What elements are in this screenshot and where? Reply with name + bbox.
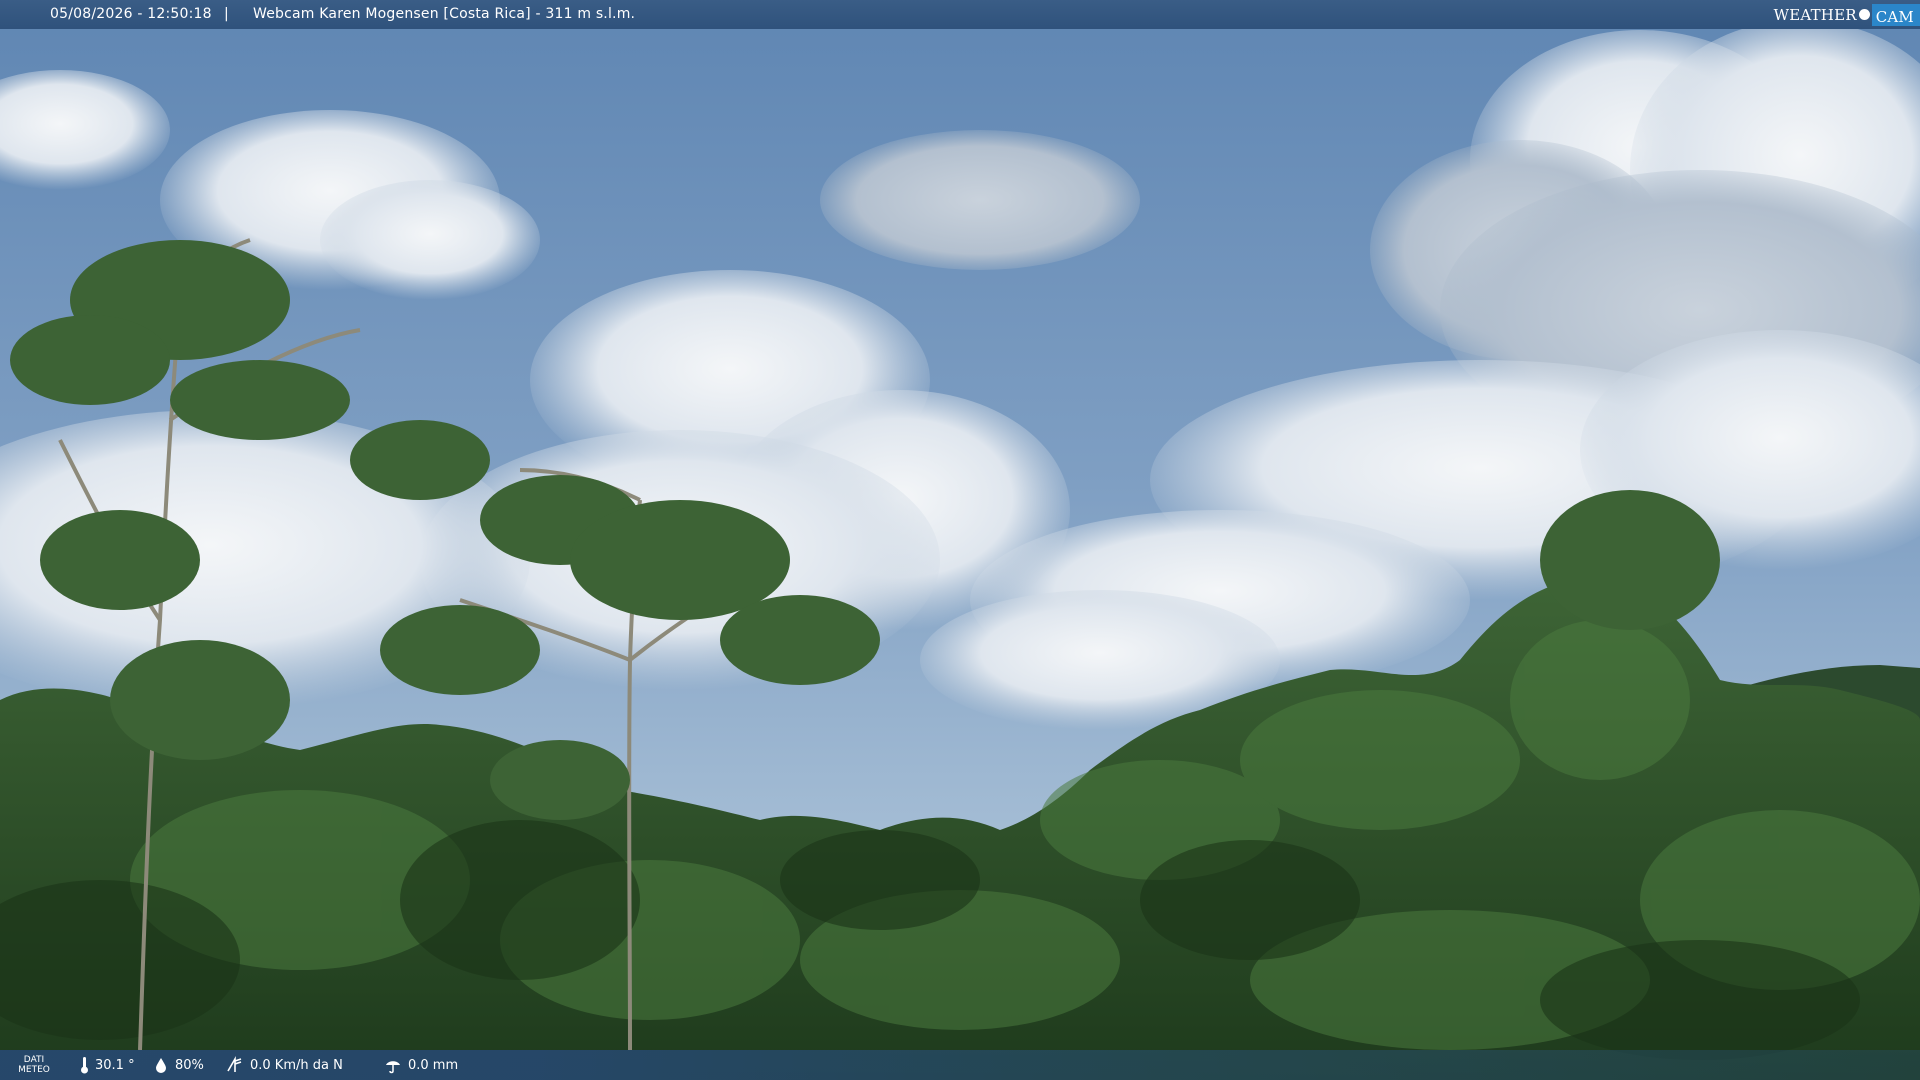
rain-readout: 0.0 mm <box>384 1050 458 1080</box>
humidity-readout: 80% <box>153 1050 204 1080</box>
thermometer-icon <box>81 1057 88 1074</box>
wind-icon <box>227 1056 242 1072</box>
rain-gauge-icon <box>386 1061 400 1074</box>
dati-label: DATI <box>23 1055 45 1065</box>
temperature-readout: 30.1 ° <box>80 1050 135 1080</box>
datetime-label: 05/08/2026 - 12:50:18 <box>50 6 212 22</box>
humidity-drop-icon <box>156 1058 166 1073</box>
weathercam-logo: WEATHER CAM <box>1774 0 1920 29</box>
temperature-value: 30.1 ° <box>95 1057 135 1073</box>
weather-data-bar: DATI METEO 30.1 ° 80% 0.0 Km/h da N 0.0 … <box>0 1050 1920 1080</box>
logo-weather-text: WEATHER <box>1773 5 1857 24</box>
logo-cam-text: CAM <box>1871 3 1920 26</box>
wind-readout: 0.0 Km/h da N <box>226 1050 343 1080</box>
rain-value: 0.0 mm <box>408 1057 459 1073</box>
webcam-title: Webcam Karen Mogensen [Costa Rica] - 311… <box>253 6 636 22</box>
logo-dot-icon <box>1858 9 1870 20</box>
dati-meteo-label: DATI METEO <box>14 1050 54 1080</box>
top-info-bar: 05/08/2026 - 12:50:18 | Webcam Karen Mog… <box>0 0 1920 29</box>
webcam-image <box>0 0 1920 1080</box>
separator: | <box>224 6 229 22</box>
meteo-label: METEO <box>18 1065 50 1075</box>
webcam-frame: 05/08/2026 - 12:50:18 | Webcam Karen Mog… <box>0 0 1920 1080</box>
wind-value: 0.0 Km/h da N <box>250 1057 343 1073</box>
humidity-value: 80% <box>175 1057 204 1073</box>
